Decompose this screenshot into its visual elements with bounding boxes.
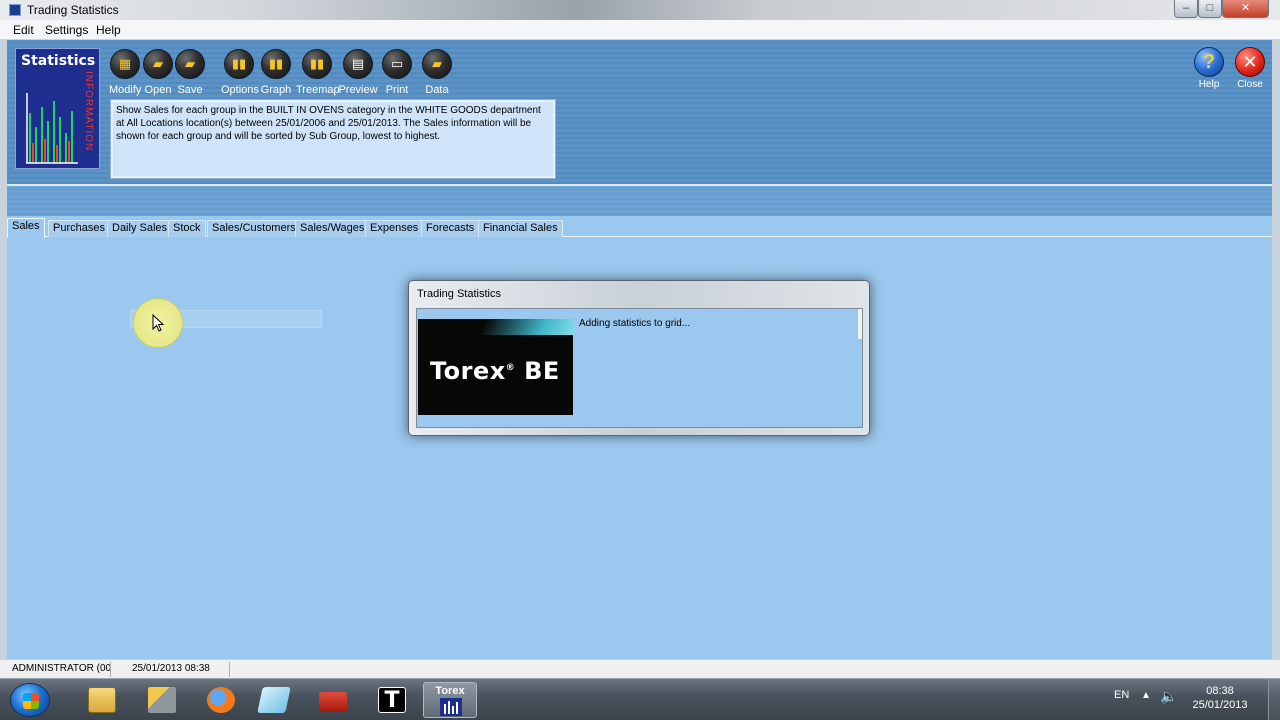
tab-stock[interactable]: Stock — [168, 220, 206, 237]
status-datetime: 25/01/2013 08:38 — [128, 662, 230, 677]
dialog-scrollbar[interactable] — [857, 309, 862, 339]
toolbox-icon — [319, 692, 347, 712]
document-icon: ▤ — [351, 56, 365, 71]
treemap-button[interactable]: ▮▮ Treemap — [296, 49, 340, 96]
tab-forecasts[interactable]: Forecasts — [421, 220, 480, 237]
preview-button[interactable]: ▤ Preview — [338, 49, 378, 96]
brand-name: Torex® BE — [430, 357, 560, 385]
folder-icon — [88, 687, 116, 713]
tab-daily-sales[interactable]: Daily Sales — [107, 220, 173, 237]
close-icon: ✕ — [1235, 47, 1265, 77]
bar-chart-icon: ▮▮ — [268, 56, 284, 71]
report-description-box: Show Sales for each group in the BUILT I… — [110, 99, 556, 179]
save-icon: ▰ — [185, 56, 195, 71]
options-button[interactable]: ▮▮ Options — [221, 49, 259, 96]
volume-icon[interactable]: 🔈 — [1160, 688, 1177, 720]
maximize-button[interactable]: □ — [1198, 0, 1222, 18]
dialog-message: Adding statistics to grid... — [579, 318, 691, 329]
tab-financial-sales[interactable]: Financial Sales — [478, 220, 563, 237]
close-window-button[interactable]: ✕ — [1222, 0, 1269, 18]
modify-button[interactable]: ▦ Modify — [109, 49, 141, 96]
graph-button[interactable]: ▮▮ Graph — [259, 49, 293, 96]
tab-sales[interactable]: Sales — [7, 218, 45, 238]
taskbar-explorer[interactable] — [75, 682, 129, 718]
print-button[interactable]: ▭ Print — [381, 49, 413, 96]
taskbar-app-blue[interactable] — [247, 682, 301, 718]
torex-chart-icon — [440, 698, 462, 716]
menu-help[interactable]: Help — [96, 23, 121, 37]
close-button[interactable]: ✕ Close — [1235, 47, 1265, 90]
tray-clock[interactable]: 08:38 25/01/2013 — [1190, 684, 1250, 720]
progress-dialog: Trading Statistics Torex® BE Adding stat… — [408, 280, 870, 436]
dialog-body: Torex® BE Adding statistics to grid... — [416, 308, 863, 428]
show-desktop-button[interactable] — [1268, 679, 1280, 720]
folder-open-icon: ▰ — [153, 56, 163, 71]
windows-logo-icon — [23, 693, 39, 709]
taskbar-t-app[interactable]: T — [365, 682, 419, 718]
windows-taskbar: T Torex EN ▲ 🔈 08:38 25/01/2013 — [0, 678, 1280, 720]
document-icon — [257, 687, 291, 713]
menu-edit[interactable]: Edit — [13, 23, 34, 37]
tab-purchases[interactable]: Purchases — [48, 220, 110, 237]
window-title: Trading Statistics — [27, 3, 119, 17]
tab-sales-wages[interactable]: Sales/Wages — [295, 220, 370, 237]
status-bar: ADMINISTRATOR (00( 25/01/2013 08:38 — [0, 659, 1280, 678]
logo-vertical-text: INFORMATION — [83, 71, 94, 152]
torex-be-logo: Torex® BE — [418, 319, 573, 415]
bar-chart-icon: ▮▮ — [309, 56, 325, 71]
logo-swoosh — [479, 319, 573, 335]
data-button[interactable]: ▰ Data — [421, 49, 453, 96]
printer-icon: ▭ — [390, 56, 404, 71]
tab-sales-customers[interactable]: Sales/Customers — [207, 220, 301, 237]
taskbar-torex[interactable]: Torex — [423, 682, 477, 718]
menu-bar: Edit Settings Help — [0, 20, 1280, 40]
help-button[interactable]: ? Help — [1193, 47, 1225, 90]
app-icon — [9, 4, 21, 16]
header-lower-band — [7, 186, 1272, 216]
statistics-logo: Statistics INFORMATION — [15, 48, 100, 169]
logo-bars-icon — [26, 93, 78, 164]
bar-chart-icon: ▮▮ — [231, 56, 247, 71]
t-app-icon: T — [378, 687, 406, 713]
tray-expand-icon[interactable]: ▲ — [1141, 690, 1151, 720]
menu-settings[interactable]: Settings — [45, 23, 88, 37]
minimize-button[interactable]: – — [1174, 0, 1198, 18]
mouse-pointer-icon — [152, 314, 164, 332]
grid-icon: ▦ — [118, 56, 132, 71]
taskbar-toolbox[interactable] — [306, 682, 360, 718]
clock-date: 25/01/2013 — [1192, 699, 1248, 711]
status-user: ADMINISTRATOR (00( — [8, 662, 111, 677]
logo-title: Statistics — [21, 53, 96, 69]
open-button[interactable]: ▰ Open — [142, 49, 174, 96]
tab-expenses[interactable]: Expenses — [365, 220, 424, 237]
help-icon: ? — [1194, 47, 1224, 77]
data-folder-icon: ▰ — [432, 56, 442, 71]
clock-time: 08:38 — [1206, 685, 1234, 697]
taskbar-tools[interactable] — [135, 682, 189, 718]
window-titlebar: Trading Statistics – □ ✕ — [0, 0, 1280, 20]
language-indicator[interactable]: EN — [1114, 689, 1129, 720]
dialog-title: Trading Statistics — [417, 288, 501, 300]
torex-label: Torex — [435, 685, 465, 697]
start-button[interactable] — [10, 683, 50, 717]
report-description: Show Sales for each group in the BUILT I… — [116, 105, 541, 142]
taskbar-firefox[interactable] — [194, 682, 248, 718]
save-button[interactable]: ▰ Save — [174, 49, 206, 96]
firefox-icon — [207, 687, 235, 713]
tools-icon — [148, 687, 176, 713]
tab-strip: Sales Purchases Daily Sales Stock Sales/… — [7, 217, 1272, 238]
